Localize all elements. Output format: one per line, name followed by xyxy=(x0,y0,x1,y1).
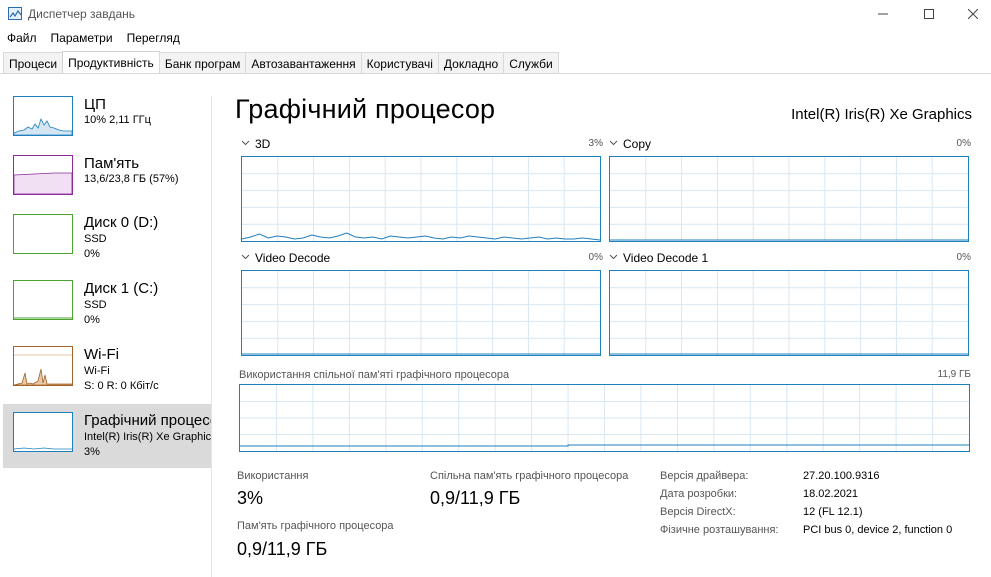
driver-version-value: 27.20.100.9316 xyxy=(803,470,880,482)
graph-video-decode-1 xyxy=(609,270,969,356)
sidebar-item-value: S: 0 R: 0 Кбіт/с xyxy=(84,380,159,392)
gpu-thumbnail-graph xyxy=(13,412,73,452)
sidebar-item-title: ЦП xyxy=(84,96,106,113)
sidebar-item-subtitle: Wi-Fi xyxy=(84,365,110,377)
graph-3d xyxy=(241,156,601,242)
sidebar-item-subtitle: Intel(R) Iris(R) Xe Graphics xyxy=(84,431,211,443)
title-bar: Диспетчер завдань xyxy=(0,0,991,28)
sidebar-item-subtitle: 10% 2,11 ГГц xyxy=(84,114,151,126)
sidebar-item-value: 3% xyxy=(84,446,100,458)
usage-label: Використання xyxy=(237,470,309,482)
task-manager-icon xyxy=(8,7,22,20)
tab-details[interactable]: Докладно xyxy=(437,52,505,74)
sidebar-item-subtitle: SSD xyxy=(84,233,107,245)
graph-label-video-decode-1: Video Decode 1 xyxy=(623,251,709,265)
maximize-icon[interactable] xyxy=(906,0,952,28)
physical-location-value: PCI bus 0, device 2, function 0 xyxy=(803,524,953,536)
graph-pct-copy: 0% xyxy=(956,138,971,149)
sidebar-item-title: Графічний процесор 0 xyxy=(84,412,211,429)
sidebar-item-disk-1[interactable]: Диск 1 (C:) SSD 0% xyxy=(3,277,211,339)
directx-version-label: Версія DirectX: xyxy=(660,506,736,518)
tab-startup[interactable]: Автозавантаження xyxy=(245,52,362,74)
shared-memory-label: Спільна пам'ять графічного процесора xyxy=(430,470,629,482)
menu-file[interactable]: Файл xyxy=(0,28,44,48)
chevron-down-icon xyxy=(609,254,618,260)
sidebar-item-value: 0% xyxy=(84,314,100,326)
graph-video-decode xyxy=(241,270,601,356)
graph-pct-video-decode: 0% xyxy=(588,252,603,263)
directx-version-value: 12 (FL 12.1) xyxy=(803,506,863,518)
tab-strip: Процеси Продуктивність Банк програм Авто… xyxy=(3,51,559,74)
graph-label-3d: 3D xyxy=(255,137,271,151)
disk-1-thumbnail-graph xyxy=(13,280,73,320)
graph-pct-video-decode-1: 0% xyxy=(956,252,971,263)
sidebar-item-disk-0[interactable]: Диск 0 (D:) SSD 0% xyxy=(3,211,211,273)
close-icon[interactable] xyxy=(950,0,991,28)
shared-memory-graph-max: 11,9 ГБ xyxy=(937,369,971,380)
physical-location-label: Фізичне розташування: xyxy=(660,524,779,536)
tab-services[interactable]: Служби xyxy=(503,52,559,74)
sidebar-item-subtitle: 13,6/23,8 ГБ (57%) xyxy=(84,173,179,185)
usage-value: 3% xyxy=(237,488,264,508)
gpu-memory-label: Пам'ять графічного процесора xyxy=(237,520,394,532)
graph-label-copy: Copy xyxy=(623,137,652,151)
graph-selector-copy[interactable]: Copy xyxy=(609,137,651,151)
tab-processes[interactable]: Процеси xyxy=(3,52,64,74)
memory-thumbnail-graph xyxy=(13,155,73,195)
sidebar-item-title: Пам'ять xyxy=(84,155,140,172)
wifi-thumbnail-graph xyxy=(13,346,73,386)
graph-copy xyxy=(609,156,969,242)
minimize-icon[interactable] xyxy=(860,0,906,28)
graph-selector-3d[interactable]: 3D xyxy=(241,137,270,151)
graph-selector-video-decode[interactable]: Video Decode xyxy=(241,251,330,265)
cpu-thumbnail-graph xyxy=(13,96,73,136)
driver-date-value: 18.02.2021 xyxy=(803,488,859,500)
menu-bar: Файл Параметри Перегляд xyxy=(0,28,187,48)
sidebar-item-memory[interactable]: Пам'ять 13,6/23,8 ГБ (57%) xyxy=(3,152,211,214)
window-title: Диспетчер завдань xyxy=(28,7,136,21)
sidebar-item-value: 0% xyxy=(84,248,100,260)
graph-selector-video-decode-1[interactable]: Video Decode 1 xyxy=(609,251,708,265)
sidebar-item-title: Диск 0 (D:) xyxy=(84,214,159,231)
device-name: Intel(R) Iris(R) Xe Graphics xyxy=(791,106,972,123)
gpu-memory-value: 0,9/11,9 ГБ xyxy=(237,539,328,559)
chevron-down-icon xyxy=(241,140,250,146)
menu-view[interactable]: Перегляд xyxy=(120,28,187,48)
sidebar-item-wifi[interactable]: Wi-Fi Wi-Fi S: 0 R: 0 Кбіт/с xyxy=(3,343,211,405)
menu-options[interactable]: Параметри xyxy=(44,28,120,48)
sidebar-divider xyxy=(211,96,212,577)
sidebar-item-subtitle: SSD xyxy=(84,299,107,311)
sidebar-item-title: Wi-Fi xyxy=(84,346,119,363)
shared-memory-graph xyxy=(239,384,970,452)
driver-version-label: Версія драйвера: xyxy=(660,470,749,482)
chevron-down-icon xyxy=(241,254,250,260)
graph-label-video-decode: Video Decode xyxy=(255,251,331,265)
graph-pct-3d: 3% xyxy=(588,138,603,149)
shared-memory-value: 0,9/11,9 ГБ xyxy=(430,488,521,508)
sidebar-item-cpu[interactable]: ЦП 10% 2,11 ГГц xyxy=(3,93,211,155)
tab-divider xyxy=(0,73,991,74)
sidebar-item-gpu[interactable]: Графічний процесор 0 Intel(R) Iris(R) Xe… xyxy=(3,404,211,468)
sidebar-item-title: Диск 1 (C:) xyxy=(84,280,159,297)
tab-performance[interactable]: Продуктивність xyxy=(62,51,160,74)
tab-users[interactable]: Користувачі xyxy=(360,52,439,74)
driver-date-label: Дата розробки: xyxy=(660,488,738,500)
shared-memory-graph-label: Використання спільної пам'яті графічного… xyxy=(239,369,510,381)
page-title: Графічний процесор xyxy=(235,94,496,124)
tab-app-history[interactable]: Банк програм xyxy=(158,52,247,74)
disk-0-thumbnail-graph xyxy=(13,214,73,254)
chevron-down-icon xyxy=(609,140,618,146)
